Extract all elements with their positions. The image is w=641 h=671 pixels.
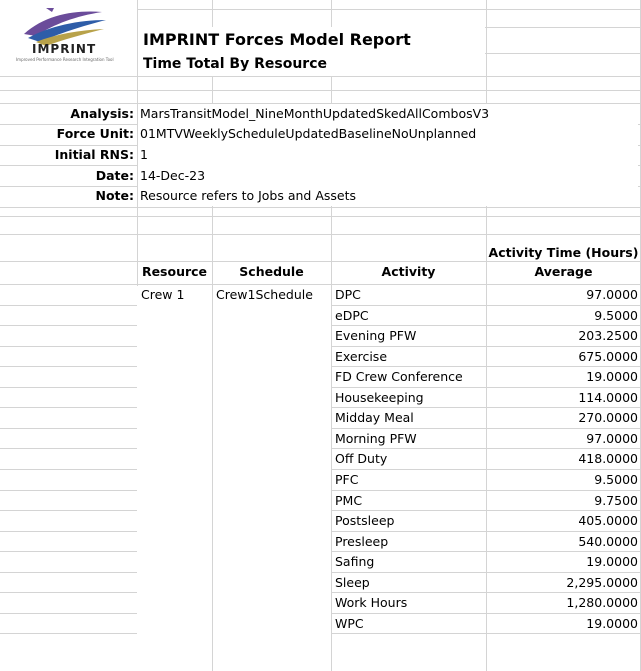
gridline-horizontal xyxy=(0,633,137,634)
table-row-average[interactable]: 675.0000 xyxy=(486,347,638,366)
gridline-horizontal xyxy=(0,613,137,614)
meta-value[interactable]: 01MTVWeeklyScheduleUpdatedBaselineNoUnpl… xyxy=(140,124,476,143)
column-header-average[interactable]: Average xyxy=(486,262,641,281)
gridline-vertical xyxy=(331,0,332,671)
gridline-horizontal xyxy=(0,207,641,208)
table-row-activity[interactable]: PMC xyxy=(335,491,362,510)
meta-label: Analysis: xyxy=(70,106,134,121)
column-header-schedule[interactable]: Schedule xyxy=(212,262,331,281)
meta-value[interactable]: MarsTransitModel_NineMonthUpdatedSkedAll… xyxy=(140,104,489,123)
table-row-activity[interactable]: PFC xyxy=(335,470,358,489)
table-row-activity[interactable]: eDPC xyxy=(335,306,369,325)
meta-value[interactable]: 1 xyxy=(140,145,148,164)
column-header-resource[interactable]: Resource xyxy=(137,262,212,281)
gridline-horizontal xyxy=(0,216,641,217)
schedule-cell[interactable]: Crew1Schedule xyxy=(216,285,313,304)
gridline-horizontal xyxy=(0,572,137,573)
table-row-activity[interactable]: WPC xyxy=(335,614,364,633)
imprint-logo: IMPRINT Improved Performance Research In… xyxy=(6,4,134,64)
gridline-vertical xyxy=(212,0,213,671)
gridline-horizontal xyxy=(0,346,137,347)
table-row-activity[interactable]: Housekeeping xyxy=(335,388,424,407)
gridline-horizontal xyxy=(0,305,137,306)
gridline-horizontal xyxy=(331,633,641,634)
table-row-average[interactable]: 270.0000 xyxy=(486,408,638,427)
table-row-average[interactable]: 203.2500 xyxy=(486,326,638,345)
table-row-activity[interactable]: Postsleep xyxy=(335,511,394,530)
table-row-average[interactable]: 114.0000 xyxy=(486,388,638,407)
table-row-average[interactable]: 97.0000 xyxy=(486,429,638,448)
table-row-average[interactable]: 97.0000 xyxy=(486,285,638,304)
gridline-horizontal xyxy=(0,592,137,593)
report-title: IMPRINT Forces Model Report xyxy=(143,30,411,49)
table-row-average[interactable]: 9.7500 xyxy=(486,491,638,510)
gridline-horizontal xyxy=(0,325,137,326)
table-row-activity[interactable]: Midday Meal xyxy=(335,408,414,427)
table-row-average[interactable]: 2,295.0000 xyxy=(486,573,638,592)
logo-tagline: Improved Performance Research Integratio… xyxy=(16,57,114,62)
table-row-activity[interactable]: Work Hours xyxy=(335,593,407,612)
gridline-horizontal xyxy=(0,234,641,235)
table-row-activity[interactable]: FD Crew Conference xyxy=(335,367,463,386)
table-row-average[interactable]: 9.5000 xyxy=(486,470,638,489)
meta-value[interactable]: 14-Dec-23 xyxy=(140,166,205,185)
table-row-activity[interactable]: Evening PFW xyxy=(335,326,416,345)
meta-label: Note: xyxy=(95,188,134,203)
gridline-horizontal xyxy=(0,490,137,491)
table-row-average[interactable]: 9.5000 xyxy=(486,306,638,325)
spreadsheet: IMPRINT Improved Performance Research In… xyxy=(0,0,641,671)
gridline-horizontal xyxy=(0,387,137,388)
table-row-activity[interactable]: Off Duty xyxy=(335,449,387,468)
gridline-horizontal xyxy=(0,551,137,552)
gridline-horizontal xyxy=(0,407,137,408)
table-row-average[interactable]: 19.0000 xyxy=(486,614,638,633)
gridline-horizontal xyxy=(0,531,137,532)
table-row-average[interactable]: 405.0000 xyxy=(486,511,638,530)
meta-label: Initial RNS: xyxy=(54,147,134,162)
table-row-activity[interactable]: Presleep xyxy=(335,532,388,551)
logo-text: IMPRINT xyxy=(32,42,97,56)
table-row-average[interactable]: 19.0000 xyxy=(486,552,638,571)
gridline-horizontal xyxy=(0,469,137,470)
gridline-horizontal xyxy=(0,366,137,367)
table-row-average[interactable]: 1,280.0000 xyxy=(486,593,638,612)
table-row-activity[interactable]: DPC xyxy=(335,285,361,304)
gridline-horizontal xyxy=(0,428,137,429)
gridline-horizontal xyxy=(0,90,641,91)
table-row-activity[interactable]: Sleep xyxy=(335,573,370,592)
table-row-average[interactable]: 19.0000 xyxy=(486,367,638,386)
gridline-horizontal xyxy=(0,448,137,449)
meta-label: Force Unit: xyxy=(56,126,134,141)
meta-label: Date: xyxy=(95,168,134,183)
gridline-horizontal xyxy=(0,76,641,77)
meta-value[interactable]: Resource refers to Jobs and Assets xyxy=(140,186,356,205)
table-row-average[interactable]: 418.0000 xyxy=(486,449,638,468)
table-row-activity[interactable]: Exercise xyxy=(335,347,387,366)
resource-cell[interactable]: Crew 1 xyxy=(141,285,184,304)
report-subtitle: Time Total By Resource xyxy=(143,56,327,72)
column-header-activity[interactable]: Activity xyxy=(331,262,486,281)
table-row-activity[interactable]: Morning PFW xyxy=(335,429,417,448)
gridline-horizontal xyxy=(0,510,137,511)
table-row-activity[interactable]: Safing xyxy=(335,552,374,571)
activity-time-group-header: Activity Time (Hours) xyxy=(488,245,639,260)
table-row-average[interactable]: 540.0000 xyxy=(486,532,638,551)
merged-resource-mask xyxy=(137,286,138,671)
